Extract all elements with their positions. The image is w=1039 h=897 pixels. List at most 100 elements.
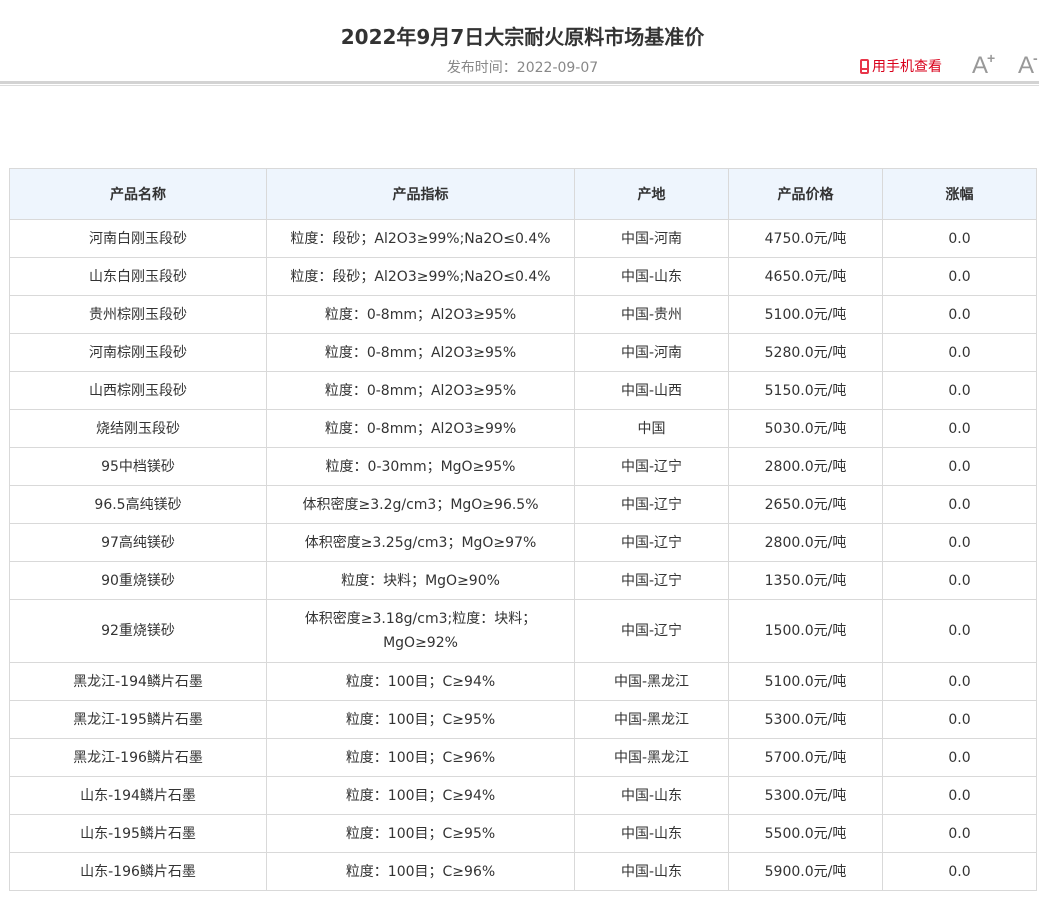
table-row: 烧结刚玉段砂 粒度：0-8mm；Al2O3≥99% 中国 5030.0元/吨 0.0 — [9, 409, 1037, 448]
minus-icon: - — [1033, 50, 1038, 66]
price-cell: 5700.0元/吨 — [728, 738, 883, 777]
price-cell: 4650.0元/吨 — [728, 257, 883, 296]
header-product-name: 产品名称 — [9, 168, 267, 220]
price-cell: 5300.0元/吨 — [728, 700, 883, 739]
product-name-cell: 黑龙江-194鳞片石墨 — [9, 662, 267, 701]
product-name-cell: 97高纯镁砂 — [9, 523, 267, 562]
change-cell: 0.0 — [882, 219, 1037, 258]
origin-cell: 中国-河南 — [574, 219, 729, 258]
product-spec-cell: 体积密度≥3.25g/cm3；MgO≥97% — [266, 523, 575, 562]
product-spec-cell: 粒度：100目；C≥96% — [266, 852, 575, 891]
header-divider-thin — [0, 85, 1039, 86]
product-name-cell: 河南白刚玉段砂 — [9, 219, 267, 258]
product-name-cell: 95中档镁砂 — [9, 447, 267, 486]
product-name-cell: 山东白刚玉段砂 — [9, 257, 267, 296]
product-spec-cell: 粒度：100目；C≥95% — [266, 700, 575, 739]
table-header-row: 产品名称 产品指标 产地 产品价格 涨幅 — [9, 168, 1037, 220]
product-name-cell: 山东-194鳞片石墨 — [9, 776, 267, 815]
price-cell: 5300.0元/吨 — [728, 776, 883, 815]
product-spec-cell: 粒度：0-8mm；Al2O3≥95% — [266, 371, 575, 410]
header-divider — [0, 81, 1039, 84]
font-increase-label: A — [972, 52, 989, 79]
change-cell: 0.0 — [882, 523, 1037, 562]
price-cell: 2800.0元/吨 — [728, 447, 883, 486]
product-name-cell: 河南棕刚玉段砂 — [9, 333, 267, 372]
mobile-view-label: 用手机查看 — [872, 59, 942, 75]
table-row: 黑龙江-196鳞片石墨 粒度：100目；C≥96% 中国-黑龙江 5700.0元/吨 0… — [9, 738, 1037, 777]
table-row: 贵州棕刚玉段砂 粒度：0-8mm；Al2O3≥95% 中国-贵州 5100.0元/吨 0… — [9, 295, 1037, 334]
price-cell: 1500.0元/吨 — [728, 599, 883, 663]
table-row: 黑龙江-195鳞片石墨 粒度：100目；C≥95% 中国-黑龙江 5300.0元/吨 0… — [9, 700, 1037, 739]
price-cell: 5030.0元/吨 — [728, 409, 883, 448]
origin-cell: 中国-山东 — [574, 814, 729, 853]
change-cell: 0.0 — [882, 333, 1037, 372]
plus-icon: + — [987, 50, 996, 66]
table-row: 95中档镁砂 粒度：0-30mm；MgO≥95% 中国-辽宁 2800.0元/吨 0.0 — [9, 447, 1037, 486]
origin-cell: 中国-山西 — [574, 371, 729, 410]
origin-cell: 中国-贵州 — [574, 295, 729, 334]
table-row: 河南白刚玉段砂 粒度：段砂；Al2O3≥99%;Na2O≤0.4% 中国-河南 475… — [9, 219, 1037, 258]
table-row: 山东-196鳞片石墨 粒度：100目；C≥96% 中国-山东 5900.0元/吨 0.0 — [9, 852, 1037, 891]
origin-cell: 中国-河南 — [574, 333, 729, 372]
product-spec-cell: 粒度：0-8mm；Al2O3≥99% — [266, 409, 575, 448]
product-name-cell: 96.5高纯镁砂 — [9, 485, 267, 524]
product-name-cell: 黑龙江-196鳞片石墨 — [9, 738, 267, 777]
origin-cell: 中国-山东 — [574, 257, 729, 296]
product-name-cell: 92重烧镁砂 — [9, 599, 267, 663]
price-cell: 5150.0元/吨 — [728, 371, 883, 410]
product-spec-cell: 粒度：0-8mm；Al2O3≥95% — [266, 333, 575, 372]
phone-icon — [860, 58, 869, 74]
font-decrease-label: A — [1018, 52, 1035, 79]
origin-cell: 中国-辽宁 — [574, 485, 729, 524]
change-cell: 0.0 — [882, 662, 1037, 701]
product-spec-cell: 粒度：100目；C≥96% — [266, 738, 575, 777]
table-row: 黑龙江-194鳞片石墨 粒度：100目；C≥94% 中国-黑龙江 5100.0元/吨 0… — [9, 662, 1037, 701]
product-spec-cell: 粒度：0-8mm；Al2O3≥95% — [266, 295, 575, 334]
change-cell: 0.0 — [882, 371, 1037, 410]
origin-cell: 中国-辽宁 — [574, 523, 729, 562]
price-table: 产品名称 产品指标 产地 产品价格 涨幅 河南白刚玉段砂 粒度：段砂；Al2O3≥… — [9, 168, 1037, 891]
change-cell: 0.0 — [882, 738, 1037, 777]
change-cell: 0.0 — [882, 852, 1037, 891]
change-cell: 0.0 — [882, 599, 1037, 663]
origin-cell: 中国-辽宁 — [574, 447, 729, 486]
table-row: 90重烧镁砂 粒度：块料；MgO≥90% 中国-辽宁 1350.0元/吨 0.0 — [9, 561, 1037, 600]
product-name-cell: 黑龙江-195鳞片石墨 — [9, 700, 267, 739]
mobile-view-button[interactable]: 用手机查看 — [860, 56, 942, 76]
change-cell: 0.0 — [882, 776, 1037, 815]
font-increase-button[interactable]: A+ — [972, 50, 995, 80]
product-name-cell: 贵州棕刚玉段砂 — [9, 295, 267, 334]
origin-cell: 中国-辽宁 — [574, 561, 729, 600]
change-cell: 0.0 — [882, 257, 1037, 296]
product-spec-cell: 粒度：100目；C≥95% — [266, 814, 575, 853]
product-name-cell: 山西棕刚玉段砂 — [9, 371, 267, 410]
table-row: 96.5高纯镁砂 体积密度≥3.2g/cm3；MgO≥96.5% 中国-辽宁 2650… — [9, 485, 1037, 524]
origin-cell: 中国-黑龙江 — [574, 738, 729, 777]
price-cell: 5900.0元/吨 — [728, 852, 883, 891]
price-cell: 4750.0元/吨 — [728, 219, 883, 258]
font-decrease-button[interactable]: A- — [1018, 50, 1038, 80]
product-spec-cell: 体积密度≥3.18g/cm3;粒度：块料；MgO≥92% — [266, 599, 575, 663]
product-spec-cell: 体积密度≥3.2g/cm3；MgO≥96.5% — [266, 485, 575, 524]
header-origin: 产地 — [574, 168, 729, 220]
table-row: 92重烧镁砂 体积密度≥3.18g/cm3;粒度：块料；MgO≥92% 中国-辽宁 1… — [9, 599, 1037, 663]
table-row: 山西棕刚玉段砂 粒度：0-8mm；Al2O3≥95% 中国-山西 5150.0元/吨 0… — [9, 371, 1037, 410]
table-row: 山东白刚玉段砂 粒度：段砂；Al2O3≥99%;Na2O≤0.4% 中国-山东 465… — [9, 257, 1037, 296]
price-cell: 2800.0元/吨 — [728, 523, 883, 562]
product-spec-cell: 粒度：100目；C≥94% — [266, 776, 575, 815]
product-name-cell: 烧结刚玉段砂 — [9, 409, 267, 448]
origin-cell: 中国-山东 — [574, 776, 729, 815]
change-cell: 0.0 — [882, 295, 1037, 334]
product-spec-cell: 粒度：段砂；Al2O3≥99%;Na2O≤0.4% — [266, 257, 575, 296]
page-title: 2022年9月7日大宗耐火原料市场基准价 — [340, 25, 705, 50]
change-cell: 0.0 — [882, 561, 1037, 600]
price-cell: 5100.0元/吨 — [728, 295, 883, 334]
table-row: 河南棕刚玉段砂 粒度：0-8mm；Al2O3≥95% 中国-河南 5280.0元/吨 0… — [9, 333, 1037, 372]
table-row: 97高纯镁砂 体积密度≥3.25g/cm3；MgO≥97% 中国-辽宁 2800.0元… — [9, 523, 1037, 562]
table-row: 山东-195鳞片石墨 粒度：100目；C≥95% 中国-山东 5500.0元/吨 0.0 — [9, 814, 1037, 853]
price-cell: 1350.0元/吨 — [728, 561, 883, 600]
header-price: 产品价格 — [728, 168, 883, 220]
change-cell: 0.0 — [882, 447, 1037, 486]
origin-cell: 中国-山东 — [574, 852, 729, 891]
product-name-cell: 山东-195鳞片石墨 — [9, 814, 267, 853]
